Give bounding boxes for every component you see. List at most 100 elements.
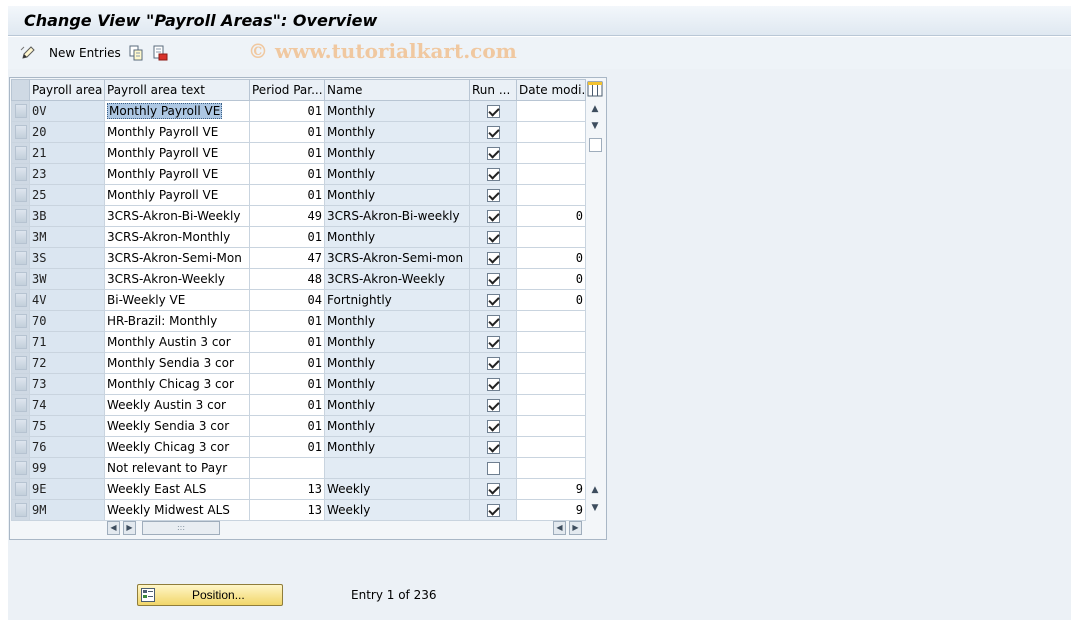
payroll-area-text-field[interactable]: Not relevant to Payr — [104, 457, 250, 479]
payroll-area-text-field[interactable]: Monthly Payroll VE — [104, 163, 250, 185]
run-checkbox[interactable] — [486, 231, 500, 244]
row-selector[interactable] — [11, 289, 30, 311]
column-header-date-modifier[interactable]: Date modi... — [516, 79, 586, 101]
row-selector[interactable] — [11, 457, 30, 479]
row-selector[interactable] — [11, 415, 30, 437]
scroll-up-icon[interactable]: ▲ — [588, 102, 602, 116]
period-parameter-field[interactable]: 01 — [249, 415, 325, 437]
table-row[interactable]: 9E Weekly East ALS 13 Weekly 9 — [11, 478, 586, 500]
column-header-name[interactable]: Name — [324, 79, 470, 101]
run-checkbox[interactable] — [486, 252, 500, 265]
scroll-left-icon[interactable]: ◀ — [107, 521, 120, 535]
run-checkbox[interactable] — [486, 504, 500, 517]
row-selector[interactable] — [11, 121, 30, 143]
payroll-area-text-field[interactable]: Monthly Payroll VE — [104, 184, 250, 206]
table-row[interactable]: 4V Bi-Weekly VE 04 Fortnightly 0 — [11, 289, 586, 311]
date-modifier-field[interactable] — [516, 457, 586, 479]
period-parameter-field[interactable]: 01 — [249, 142, 325, 164]
period-parameter-field[interactable]: 01 — [249, 436, 325, 458]
row-selector[interactable] — [11, 436, 30, 458]
table-row[interactable]: 3W 3CRS-Akron-Weekly 48 3CRS-Akron-Weekly 0 — [11, 268, 586, 290]
run-checkbox[interactable] — [486, 294, 500, 307]
period-parameter-field[interactable]: 13 — [249, 478, 325, 500]
table-row[interactable]: 71 Monthly Austin 3 cor 01 Monthly — [11, 331, 586, 353]
row-selector[interactable] — [11, 142, 30, 164]
scroll-up-end-icon[interactable]: ▲ — [588, 483, 602, 497]
table-row[interactable]: 74 Weekly Austin 3 cor 01 Monthly — [11, 394, 586, 416]
date-modifier-field[interactable] — [516, 415, 586, 437]
payroll-area-text-field[interactable]: Weekly Sendia 3 cor — [104, 415, 250, 437]
period-parameter-field[interactable]: 01 — [249, 163, 325, 185]
date-modifier-field[interactable] — [516, 184, 586, 206]
period-parameter-field[interactable]: 01 — [249, 100, 325, 122]
row-selector[interactable] — [11, 163, 30, 185]
row-selector[interactable] — [11, 226, 30, 248]
row-selector[interactable] — [11, 373, 30, 395]
period-parameter-field[interactable]: 47 — [249, 247, 325, 269]
run-checkbox[interactable] — [486, 126, 500, 139]
period-parameter-field[interactable]: 04 — [249, 289, 325, 311]
table-row[interactable]: 70 HR-Brazil: Monthly 01 Monthly — [11, 310, 586, 332]
table-row[interactable]: 3B 3CRS-Akron-Bi-Weekly 49 3CRS-Akron-Bi-we… — [11, 205, 586, 227]
scroll-right-icon[interactable]: ▶ — [123, 521, 136, 535]
table-row[interactable]: 76 Weekly Chicag 3 cor 01 Monthly — [11, 436, 586, 458]
horizontal-scrollbar-left[interactable]: ◀ ▶ ::: — [105, 520, 585, 536]
run-checkbox[interactable] — [486, 399, 500, 412]
payroll-area-text-field[interactable]: 3CRS-Akron-Weekly — [104, 268, 250, 290]
date-modifier-field[interactable] — [516, 163, 586, 185]
table-row[interactable]: 20 Monthly Payroll VE 01 Monthly — [11, 121, 586, 143]
payroll-area-text-field[interactable]: Weekly East ALS — [104, 478, 250, 500]
run-checkbox[interactable] — [486, 210, 500, 223]
table-row[interactable]: 0V Monthly Payroll VE 01 Monthly — [11, 100, 586, 122]
run-checkbox[interactable] — [486, 168, 500, 181]
period-parameter-field[interactable]: 01 — [249, 184, 325, 206]
period-parameter-field[interactable]: 01 — [249, 310, 325, 332]
column-header-payroll-area[interactable]: Payroll area — [29, 79, 105, 101]
date-modifier-field[interactable] — [516, 373, 586, 395]
period-parameter-field[interactable]: 13 — [249, 499, 325, 521]
date-modifier-field[interactable] — [516, 394, 586, 416]
run-checkbox[interactable] — [486, 441, 500, 454]
payroll-area-text-field[interactable]: Weekly Midwest ALS — [104, 499, 250, 521]
vertical-scrollbar[interactable]: ▲ ▼ ▲ ▼ — [586, 100, 604, 516]
period-parameter-field[interactable]: 01 — [249, 226, 325, 248]
row-selector[interactable] — [11, 352, 30, 374]
row-selector[interactable] — [11, 310, 30, 332]
row-selector[interactable] — [11, 205, 30, 227]
row-selector[interactable] — [11, 268, 30, 290]
payroll-area-text-field[interactable]: 3CRS-Akron-Monthly — [104, 226, 250, 248]
run-checkbox[interactable] — [486, 273, 500, 286]
payroll-area-text-field[interactable]: Weekly Chicag 3 cor — [104, 436, 250, 458]
new-entries-button[interactable]: New Entries — [49, 46, 121, 60]
period-parameter-field[interactable]: 48 — [249, 268, 325, 290]
table-row[interactable]: 73 Monthly Chicag 3 cor 01 Monthly — [11, 373, 586, 395]
period-parameter-field[interactable]: 01 — [249, 394, 325, 416]
row-selector[interactable] — [11, 100, 30, 122]
copy-icon[interactable] — [128, 45, 144, 61]
row-selector[interactable] — [11, 499, 30, 521]
run-checkbox[interactable] — [486, 357, 500, 370]
payroll-area-text-field[interactable]: Monthly Sendia 3 cor — [104, 352, 250, 374]
column-header-run[interactable]: Run ... — [469, 79, 517, 101]
row-selector[interactable] — [11, 184, 30, 206]
row-selector[interactable] — [11, 394, 30, 416]
scroll-left-right-pane-icon[interactable]: ◀ — [553, 521, 566, 535]
period-parameter-field[interactable]: 01 — [249, 373, 325, 395]
run-checkbox[interactable] — [486, 336, 500, 349]
column-header-payroll-area-text[interactable]: Payroll area text — [104, 79, 250, 101]
payroll-area-text-field[interactable]: 3CRS-Akron-Semi-Mon — [104, 247, 250, 269]
period-parameter-field[interactable]: 49 — [249, 205, 325, 227]
date-modifier-field[interactable]: 0 — [516, 268, 586, 290]
scroll-page-down-icon[interactable]: ▼ — [588, 119, 602, 133]
payroll-area-text-field[interactable]: Weekly Austin 3 cor — [104, 394, 250, 416]
table-row[interactable]: 3S 3CRS-Akron-Semi-Mon 47 3CRS-Akron-Semi-m… — [11, 247, 586, 269]
column-settings-icon[interactable] — [587, 80, 604, 98]
payroll-area-text-field[interactable]: Monthly Chicag 3 cor — [104, 373, 250, 395]
date-modifier-field[interactable] — [516, 100, 586, 122]
position-button[interactable]: Position... — [137, 584, 283, 606]
table-row[interactable]: 9M Weekly Midwest ALS 13 Weekly 9 — [11, 499, 586, 521]
table-row[interactable]: 72 Monthly Sendia 3 cor 01 Monthly — [11, 352, 586, 374]
date-modifier-field[interactable]: 9 — [516, 478, 586, 500]
run-checkbox[interactable] — [486, 147, 500, 160]
date-modifier-field[interactable] — [516, 121, 586, 143]
